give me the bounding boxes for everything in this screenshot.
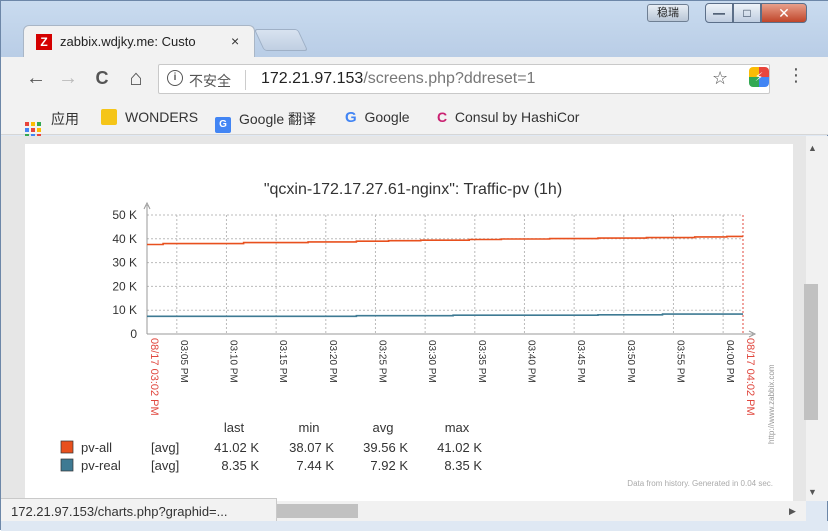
graph-title: "qcxin-172.17.27.61-nginx": Traffic-pv (…: [264, 181, 562, 198]
browser-toolbar: ← → C ⌂ i 不安全 172.21.97.153/screens.php?…: [1, 57, 828, 101]
legend-max: 8.35 K: [444, 458, 482, 473]
bookmark-star-icon[interactable]: ☆: [712, 68, 728, 89]
scroll-right-icon[interactable]: ▶: [789, 506, 796, 517]
security-label[interactable]: 不安全: [189, 71, 231, 91]
extension-icon[interactable]: ⚡: [749, 67, 769, 87]
forward-arrow-icon[interactable]: →: [55, 65, 81, 91]
page-viewport: "qcxin-172.17.27.61-nginx": Traffic-pv (…: [1, 136, 806, 501]
x-tick-label: 03:25 PM: [376, 340, 387, 383]
bookmark-label: 应用: [51, 111, 79, 127]
address-bar[interactable]: i 不安全 172.21.97.153/screens.php?ddreset=…: [158, 64, 770, 94]
x-tick-label: 03:50 PM: [625, 340, 636, 383]
x-axis-ticks: 03:05 PM 03:10 PM 03:15 PM 03:20 PM 03:25 PM…: [148, 338, 756, 416]
legend-avg: 7.92 K: [370, 458, 408, 473]
address-separator: [245, 70, 246, 90]
consul-icon: C: [437, 109, 448, 125]
tab-close-icon[interactable]: ×: [231, 33, 239, 49]
browser-window: 稳瑞 — □ ✕ Z zabbix.wdjky.me: Custo × ← → …: [0, 0, 828, 531]
bookmark-google-translate[interactable]: G Google 翻译: [215, 109, 316, 133]
y-tick-label: 40 K: [112, 232, 137, 246]
graph-legend: last min avg max pv-all [avg] 41.02 K 38…: [60, 420, 482, 473]
legend-func: [avg]: [151, 458, 179, 473]
legend-name: pv-real: [81, 458, 121, 473]
google-translate-icon: G: [215, 117, 231, 133]
x-tick-label: 03:05 PM: [178, 340, 189, 383]
legend-header-min: min: [299, 420, 320, 435]
y-tick-label: 20 K: [112, 279, 137, 293]
legend-min: 7.44 K: [296, 458, 334, 473]
info-icon[interactable]: i: [167, 70, 183, 86]
legend-last: 41.02 K: [214, 440, 259, 455]
y-axis-ticks: 50 K 40 K 30 K 20 K 10 K 0: [112, 208, 137, 341]
ime-indicator[interactable]: 稳瑞: [647, 4, 689, 22]
url-text[interactable]: 172.21.97.153/screens.php?ddreset=1: [261, 70, 535, 88]
x-tick-label: 03:45 PM: [575, 340, 586, 383]
x-tick-label: 03:55 PM: [674, 340, 685, 383]
x-tick-label: 03:30 PM: [426, 340, 437, 383]
bookmark-consul[interactable]: C Consul by HashiCor: [437, 109, 579, 125]
series-line-pv-real: [147, 313, 743, 318]
x-tick-label: 04:00 PM: [724, 340, 735, 383]
y-tick-label: 0: [130, 327, 137, 341]
close-window-button[interactable]: ✕: [761, 3, 807, 23]
legend-min: 38.07 K: [289, 440, 334, 455]
bookmark-wonders[interactable]: WONDERS: [101, 109, 198, 125]
legend-header-last: last: [224, 420, 245, 435]
back-arrow-icon[interactable]: ←: [23, 65, 49, 91]
x-start-label: 08/17 03:02 PM: [148, 338, 160, 416]
home-icon[interactable]: ⌂: [123, 65, 149, 91]
generation-note: Data from history. Generated in 0.04 sec…: [627, 479, 773, 488]
zabbix-favicon-icon: Z: [36, 34, 52, 50]
maximize-button[interactable]: □: [733, 3, 761, 23]
legend-header-max: max: [445, 420, 470, 435]
x-tick-label: 03:20 PM: [327, 340, 338, 383]
scroll-down-icon[interactable]: ▼: [808, 487, 817, 497]
x-end-label: 08/17 04:02 PM: [744, 338, 756, 416]
horizontal-scroll-thumb[interactable]: [274, 504, 358, 518]
x-tick-label: 03:40 PM: [525, 340, 536, 383]
legend-max: 41.02 K: [437, 440, 482, 455]
bookmark-label: Google: [364, 109, 410, 125]
legend-last: 8.35 K: [221, 458, 259, 473]
scroll-up-icon[interactable]: ▲: [808, 143, 817, 153]
bookmark-google[interactable]: G Google: [345, 109, 410, 126]
bookmark-label: WONDERS: [125, 109, 199, 125]
bookmark-label: Consul by HashiCor: [454, 109, 580, 125]
browser-tab[interactable]: Z zabbix.wdjky.me: Custo ×: [23, 25, 255, 57]
x-tick-label: 03:35 PM: [476, 340, 487, 383]
bookmark-apps[interactable]: 应用: [25, 109, 79, 138]
legend-func: [avg]: [151, 440, 179, 455]
graph-card: "qcxin-172.17.27.61-nginx": Traffic-pv (…: [25, 144, 793, 501]
graph-series: [147, 235, 743, 318]
window-controls: — □ ✕: [705, 3, 807, 23]
reload-icon[interactable]: C: [89, 65, 115, 91]
bookmark-label: Google 翻译: [239, 111, 317, 127]
legend-header-avg: avg: [373, 420, 394, 435]
y-tick-label: 50 K: [112, 208, 137, 222]
url-host: 172.21.97.153: [261, 70, 364, 87]
google-icon: G: [345, 109, 357, 126]
minimize-button[interactable]: —: [705, 3, 733, 23]
legend-avg: 39.56 K: [363, 440, 408, 455]
y-tick-label: 30 K: [112, 256, 137, 270]
traffic-graph: "qcxin-172.17.27.61-nginx": Traffic-pv (…: [60, 181, 776, 488]
y-tick-label: 10 K: [112, 303, 137, 317]
folder-icon: [101, 109, 117, 125]
x-tick-label: 03:15 PM: [277, 340, 288, 383]
legend-swatch-pv-all: [60, 440, 74, 454]
tab-title: zabbix.wdjky.me: Custo: [60, 34, 196, 49]
zabbix-watermark: http://www.zabbix.com: [767, 364, 776, 444]
legend-swatch-pv-real: [60, 458, 74, 472]
browser-menu-icon[interactable]: ⋮: [787, 65, 805, 86]
vertical-scroll-thumb[interactable]: [804, 284, 818, 420]
x-tick-label: 03:10 PM: [227, 340, 238, 383]
bookmarks-bar: 应用 WONDERS G Google 翻译 G Google C Consul …: [1, 101, 828, 138]
series-line-pv-all: [147, 235, 743, 246]
legend-name: pv-all: [81, 440, 112, 455]
url-path: /screens.php?ddreset=1: [363, 70, 536, 87]
